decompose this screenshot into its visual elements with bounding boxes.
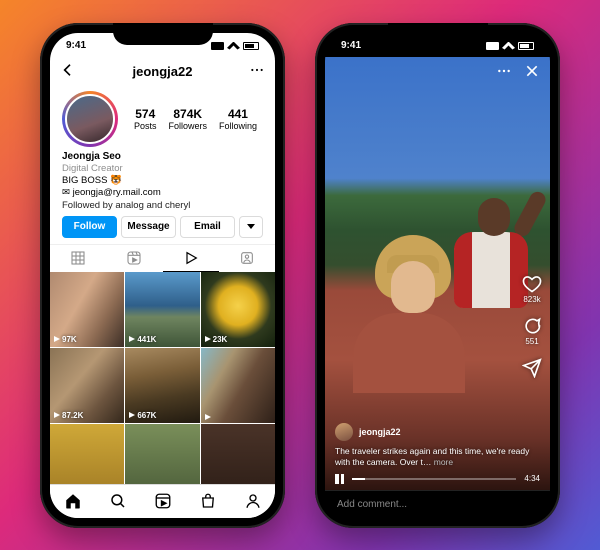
grid-tile[interactable] (125, 424, 199, 484)
bottom-nav (50, 484, 275, 518)
video-caption[interactable]: The traveler strikes again and this time… (335, 446, 540, 468)
stat-posts[interactable]: 574 Posts (134, 107, 157, 131)
phone-video-mockup: 9:41 823k 551 (315, 23, 560, 528)
add-comment-input[interactable]: Add comment... (325, 490, 550, 518)
play-icon (205, 336, 211, 342)
play-icon (54, 412, 60, 418)
video-more-button[interactable] (496, 63, 512, 84)
close-button[interactable] (524, 63, 540, 84)
status-time: 9:41 (341, 40, 361, 51)
chevron-down-icon (247, 224, 255, 229)
grid-tile[interactable] (50, 424, 124, 484)
grid-icon (70, 250, 86, 266)
video-player[interactable]: 823k 551 jeongja22 The traveler strikes … (325, 57, 550, 490)
tab-reels[interactable] (106, 245, 162, 272)
status-time: 9:41 (66, 40, 86, 51)
grid-tile[interactable]: 87.2K (50, 348, 124, 423)
play-icon (54, 336, 60, 342)
play-icon (129, 336, 135, 342)
tab-grid[interactable] (50, 245, 106, 272)
comment-button[interactable]: 551 (522, 316, 542, 346)
battery-icon (518, 42, 534, 50)
grid-tile[interactable] (201, 424, 275, 484)
progress-bar[interactable] (352, 478, 516, 480)
tab-tagged[interactable] (219, 245, 275, 272)
followed-by-line[interactable]: Followed by analog and cheryl (62, 200, 263, 212)
video-grid: 97K 441K 23K 87.2K 667K (50, 272, 275, 484)
comment-count: 551 (525, 337, 538, 346)
bio-category: Digital Creator (62, 163, 263, 175)
reels-icon (126, 250, 142, 266)
avatar-story-ring[interactable] (62, 91, 118, 147)
like-count: 823k (523, 295, 540, 304)
stat-followers[interactable]: 874K Followers (168, 107, 207, 131)
more-options-button[interactable] (249, 62, 265, 81)
grid-tile[interactable] (201, 348, 275, 423)
author-username: jeongja22 (359, 427, 401, 437)
video-author[interactable]: jeongja22 (335, 423, 540, 441)
profile-bio: Jeongja Seo Digital Creator BIG BOSS 🐯 ✉… (50, 149, 275, 216)
grid-tile[interactable]: 667K (125, 348, 199, 423)
follow-button[interactable]: Follow (62, 216, 117, 238)
grid-tile[interactable]: 23K (201, 272, 275, 347)
tagged-icon (239, 250, 255, 266)
email-button[interactable]: Email (180, 216, 235, 238)
device-notch (388, 23, 488, 45)
nav-reels[interactable] (140, 485, 185, 518)
like-button[interactable]: 823k (522, 274, 542, 304)
suggestions-button[interactable] (239, 216, 263, 238)
pause-button[interactable] (335, 474, 344, 484)
caption-more-link[interactable]: more (431, 457, 453, 467)
nav-home[interactable] (50, 485, 95, 518)
progress-time: 4:34 (524, 474, 540, 483)
wifi-icon (502, 42, 515, 50)
nav-profile[interactable] (230, 485, 275, 518)
tab-video[interactable] (163, 245, 219, 272)
profile-navbar: jeongja22 (50, 57, 275, 87)
bio-line: BIG BOSS 🐯 (62, 175, 263, 187)
battery-icon (243, 42, 259, 50)
play-icon (205, 414, 211, 420)
avatar (65, 94, 115, 144)
nav-shop[interactable] (185, 485, 230, 518)
back-button[interactable] (60, 62, 76, 81)
signal-icon (486, 42, 499, 50)
video-progress: 4:34 (335, 474, 540, 484)
phone-profile-mockup: 9:41 jeongja22 574 Posts (40, 23, 285, 528)
profile-header: 574 Posts 874K Followers 441 Following (50, 87, 275, 149)
profile-action-buttons: Follow Message Email (50, 216, 275, 244)
play-icon (129, 412, 135, 418)
navbar-username: jeongja22 (50, 64, 275, 79)
grid-tile[interactable]: 441K (125, 272, 199, 347)
device-notch (113, 23, 213, 45)
play-outline-icon (183, 250, 199, 266)
video-action-rail: 823k 551 (522, 274, 542, 378)
signal-icon (211, 42, 224, 50)
author-avatar (335, 423, 353, 441)
feed-tabbar (50, 244, 275, 272)
wifi-icon (227, 42, 240, 50)
message-button[interactable]: Message (121, 216, 176, 238)
stat-following[interactable]: 441 Following (219, 107, 257, 131)
share-button[interactable] (522, 358, 542, 378)
nav-search[interactable] (95, 485, 140, 518)
bio-email: ✉ jeongja@ry.mail.com (62, 187, 263, 199)
bio-display-name: Jeongja Seo (62, 150, 263, 163)
grid-tile[interactable]: 97K (50, 272, 124, 347)
